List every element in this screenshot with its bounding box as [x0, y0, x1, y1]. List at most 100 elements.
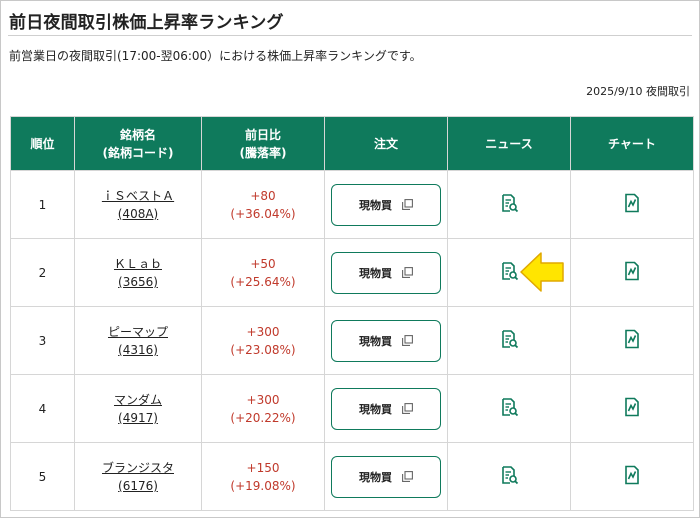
ranking-date: 2025/9/10 夜間取引: [586, 85, 690, 98]
order-cell: 現物買: [324, 238, 448, 307]
chart-document-icon[interactable]: [622, 465, 642, 488]
title-divider: [8, 35, 692, 36]
page-description: 前営業日の夜間取引(17:00-翌06:00）における株価上昇率ランキングです。: [9, 49, 422, 63]
copy-icon: [402, 403, 413, 414]
chart-cell: [570, 442, 694, 511]
rank-cell: 4: [10, 374, 75, 443]
header-name: 銘柄名 (銘柄コード): [74, 116, 202, 171]
copy-icon: [402, 471, 413, 482]
cash-buy-label: 現物買: [359, 402, 392, 416]
table-header-row: 順位 銘柄名 (銘柄コード) 前日比 (騰落率) 注文 ニュース チャート: [10, 116, 694, 171]
table-row: 4 マンダム (4917) +300 (+20.22%) 現物買: [10, 374, 694, 443]
chart-cell: [570, 306, 694, 375]
price-change: +50: [250, 256, 276, 271]
table-row: 2 ＫＬａｂ (3656) +50 (+25.64%) 現物買: [10, 238, 694, 307]
stock-name-link[interactable]: ｉＳベストＡ: [75, 187, 201, 205]
stock-name-cell: ピーマップ (4316): [74, 306, 202, 375]
order-cell: 現物買: [324, 442, 448, 511]
page-title: 前日夜間取引株価上昇率ランキング: [9, 13, 284, 33]
cash-buy-button[interactable]: 現物買: [331, 387, 441, 430]
news-cell: [447, 374, 571, 443]
cash-buy-label: 現物買: [359, 266, 392, 280]
table-row: 3 ピーマップ (4316) +300 (+23.08%) 現物買: [10, 306, 694, 375]
stock-name-link[interactable]: マンダム: [75, 391, 201, 409]
stock-name-cell: ブランジスタ (6176): [74, 442, 202, 511]
change-cell: +50 (+25.64%): [201, 238, 325, 307]
header-rank: 順位: [10, 116, 75, 171]
price-change: +300: [246, 392, 280, 407]
stock-name-link[interactable]: ブランジスタ: [75, 459, 201, 477]
chart-document-icon[interactable]: [622, 261, 642, 284]
news-cell: [447, 170, 571, 239]
cash-buy-label: 現物買: [359, 198, 392, 212]
table-row: 1 ｉＳベストＡ (408A) +80 (+36.04%) 現物買: [10, 170, 694, 239]
header-chart: チャート: [570, 116, 694, 171]
rank-number: 1: [38, 197, 47, 212]
order-cell: 現物買: [324, 306, 448, 375]
cash-buy-button[interactable]: 現物買: [331, 251, 441, 294]
news-search-icon[interactable]: [499, 193, 519, 216]
news-search-icon[interactable]: [499, 329, 519, 352]
chart-cell: [570, 374, 694, 443]
news-search-icon[interactable]: [499, 261, 519, 284]
rank-cell: 3: [10, 306, 75, 375]
header-order: 注文: [324, 116, 448, 171]
rank-cell: 5: [10, 442, 75, 511]
change-rate: (+23.08%): [230, 342, 296, 357]
copy-icon: [402, 267, 413, 278]
copy-icon: [402, 199, 413, 210]
rank-cell: 2: [10, 238, 75, 307]
copy-icon: [402, 335, 413, 346]
header-change: 前日比 (騰落率): [201, 116, 325, 171]
chart-document-icon[interactable]: [622, 397, 642, 420]
change-cell: +80 (+36.04%): [201, 170, 325, 239]
rank-number: 2: [38, 265, 47, 280]
ranking-table: 順位 銘柄名 (銘柄コード) 前日比 (騰落率) 注文 ニュース チャート 1 ｉ…: [10, 116, 694, 511]
stock-name-cell: マンダム (4917): [74, 374, 202, 443]
cash-buy-label: 現物買: [359, 470, 392, 484]
news-search-icon[interactable]: [499, 465, 519, 488]
stock-code-link[interactable]: (408A): [75, 205, 201, 223]
header-change-line1: 前日比: [244, 127, 281, 142]
stock-name-link[interactable]: ＫＬａｂ: [75, 255, 201, 273]
stock-code-link[interactable]: (3656): [75, 273, 201, 291]
rank-cell: 1: [10, 170, 75, 239]
price-change: +300: [246, 324, 280, 339]
cash-buy-label: 現物買: [359, 334, 392, 348]
stock-code-link[interactable]: (4316): [75, 341, 201, 359]
header-news: ニュース: [447, 116, 571, 171]
chart-cell: [570, 238, 694, 307]
header-name-line1: 銘柄名: [119, 127, 156, 142]
rank-number: 4: [38, 401, 47, 416]
rank-number: 3: [38, 333, 47, 348]
header-change-line2: (騰落率): [239, 145, 287, 160]
stock-name-link[interactable]: ピーマップ: [75, 323, 201, 341]
change-rate: (+19.08%): [230, 478, 296, 493]
change-rate: (+36.04%): [230, 206, 296, 221]
chart-document-icon[interactable]: [622, 193, 642, 216]
change-rate: (+25.64%): [230, 274, 296, 289]
cash-buy-button[interactable]: 現物買: [331, 455, 441, 498]
order-cell: 現物買: [324, 170, 448, 239]
change-cell: +300 (+20.22%): [201, 374, 325, 443]
stock-code-link[interactable]: (4917): [75, 409, 201, 427]
table-row: 5 ブランジスタ (6176) +150 (+19.08%) 現物買: [10, 442, 694, 511]
chart-cell: [570, 170, 694, 239]
change-cell: +300 (+23.08%): [201, 306, 325, 375]
order-cell: 現物買: [324, 374, 448, 443]
header-name-line2: (銘柄コード): [102, 145, 174, 160]
change-rate: (+20.22%): [230, 410, 296, 425]
news-search-icon[interactable]: [499, 397, 519, 420]
price-change: +150: [246, 460, 280, 475]
change-cell: +150 (+19.08%): [201, 442, 325, 511]
yellow-arrow-icon: [520, 252, 564, 292]
news-cell: [447, 442, 571, 511]
rank-number: 5: [38, 469, 47, 484]
news-cell: [447, 306, 571, 375]
stock-name-cell: ＫＬａｂ (3656): [74, 238, 202, 307]
chart-document-icon[interactable]: [622, 329, 642, 352]
cash-buy-button[interactable]: 現物買: [331, 319, 441, 362]
cash-buy-button[interactable]: 現物買: [331, 183, 441, 226]
stock-name-cell: ｉＳベストＡ (408A): [74, 170, 202, 239]
stock-code-link[interactable]: (6176): [75, 477, 201, 495]
